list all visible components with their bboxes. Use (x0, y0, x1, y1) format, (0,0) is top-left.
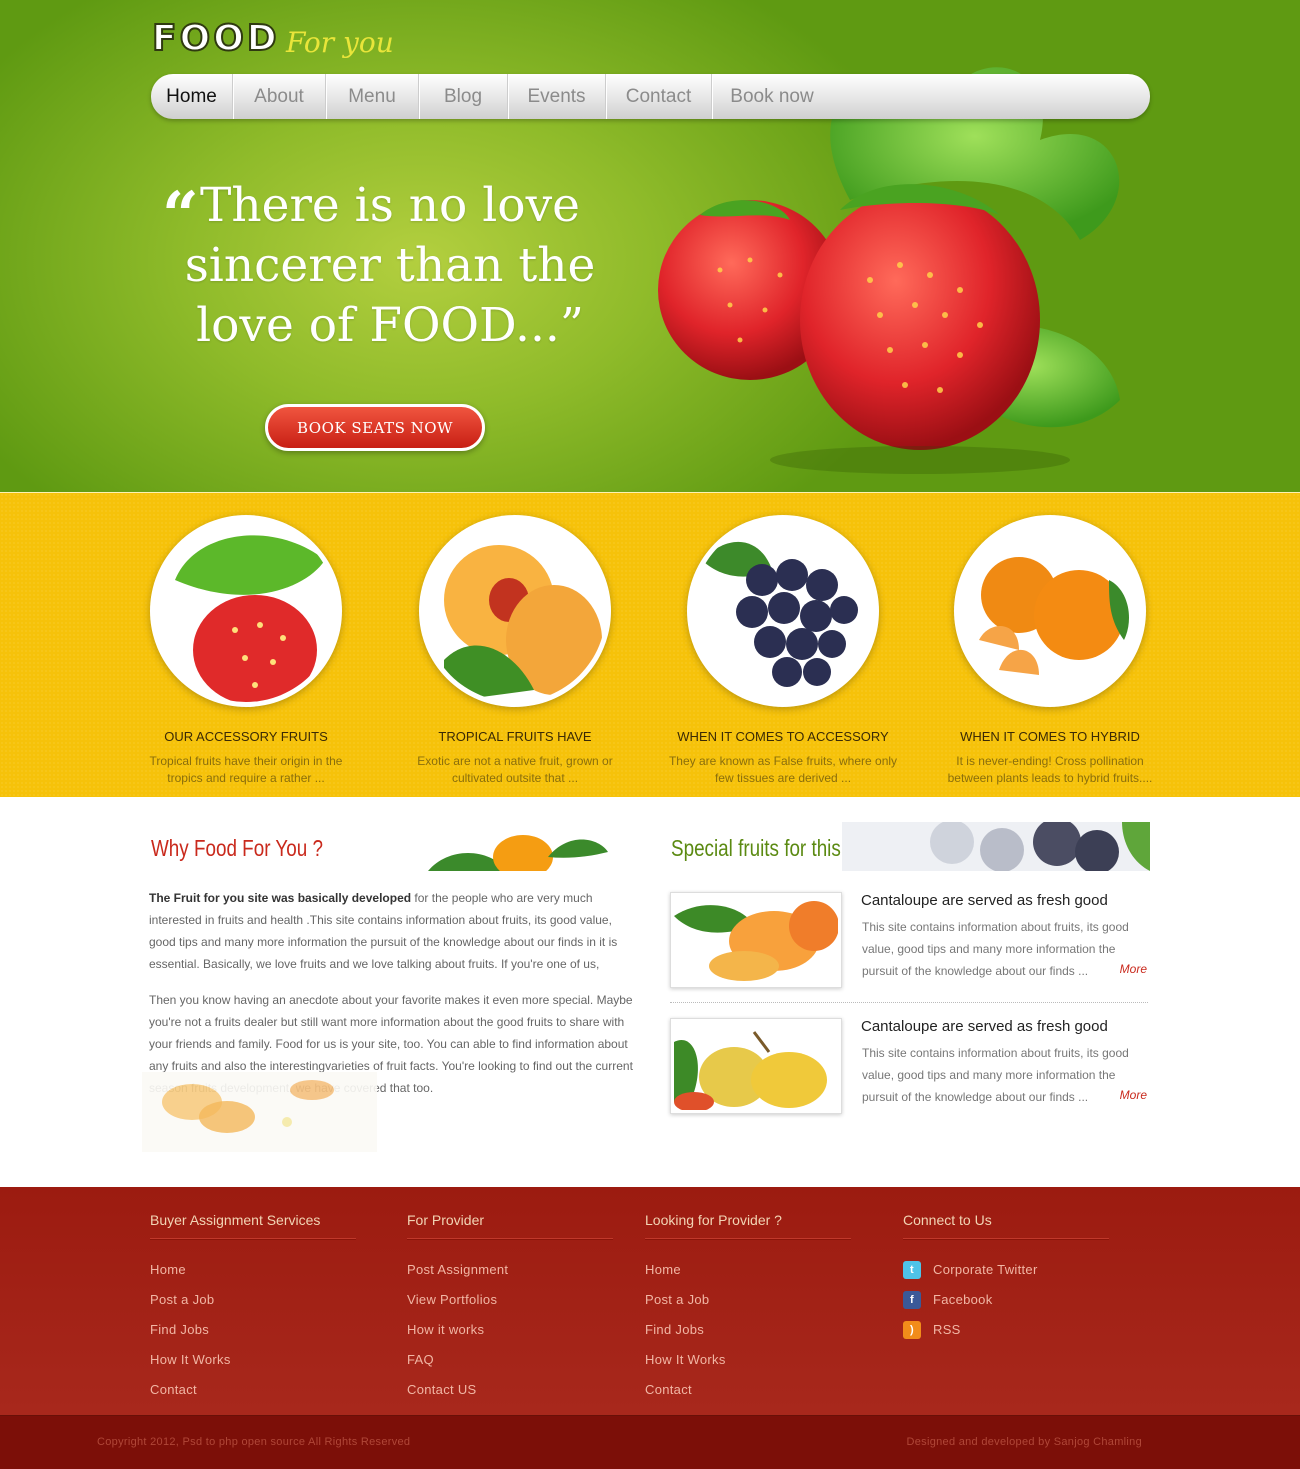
footer-heading: For Provider (407, 1212, 613, 1239)
footer-link-twitter[interactable]: t Corporate Twitter (903, 1255, 1109, 1285)
feature-text: They are known as False fruits, where on… (668, 754, 898, 785)
grapes-image[interactable] (687, 515, 879, 707)
special-item: Cantaloupe are served as fresh good This… (670, 1018, 1150, 1116)
rss-icon: ) (903, 1321, 921, 1339)
copyright-text: Copyright 2012, Psd to php open source A… (97, 1436, 411, 1448)
designer-credit[interactable]: Designed and developed by Sanjog Chamlin… (906, 1436, 1142, 1448)
strawberry-image[interactable] (150, 515, 342, 707)
footer-link-find-jobs[interactable]: Find Jobs (150, 1315, 356, 1345)
footer-link-post-assignment[interactable]: Post Assignment (407, 1255, 613, 1285)
feature-card[interactable]: WHEN IT COMES TO HYBRID It is never-endi… (935, 515, 1165, 787)
grapes-heading-image (842, 822, 1150, 871)
footer-link-contact[interactable]: Contact (645, 1375, 851, 1405)
footer-link-facebook[interactable]: f Facebook (903, 1285, 1109, 1315)
footer-link-home[interactable]: Home (150, 1255, 356, 1285)
feature-text: Exotic are not a native fruit, grown or … (417, 754, 613, 785)
footer-heading: Connect to Us (903, 1212, 1109, 1239)
footer-column-provider: For Provider Post Assignment View Portfo… (407, 1212, 613, 1405)
divider (670, 1002, 1148, 1003)
feature-text: It is never-ending! Cross pollination be… (947, 754, 1153, 785)
hero-quote: There is no love sincerer than the love … (184, 178, 596, 353)
feature-card[interactable]: TROPICAL FRUITS HAVE Exotic are not a na… (400, 515, 630, 787)
why-heading: Why Food For You ? (151, 835, 323, 861)
pears-image (674, 1022, 838, 1110)
hero-banner: FOOD For you Home About Menu Blog Events… (0, 0, 1300, 492)
footer-link-label: Facebook (933, 1292, 993, 1307)
footer-link-contact[interactable]: Contact (150, 1375, 356, 1405)
footer-link-home[interactable]: Home (645, 1255, 851, 1285)
footer-link-contact-us[interactable]: Contact US (407, 1375, 613, 1405)
footer-link-faq[interactable]: FAQ (407, 1345, 613, 1375)
peach-slices-image (674, 896, 838, 984)
more-link[interactable]: More (1120, 1088, 1147, 1102)
feature-title: OUR ACCESSORY FRUITS (164, 729, 328, 744)
nav-events[interactable]: Events (508, 74, 606, 119)
feature-text: Tropical fruits have their origin in the… (149, 754, 343, 785)
feature-title: WHEN IT COMES TO ACCESSORY (677, 729, 889, 744)
footer-link-label: Corporate Twitter (933, 1262, 1038, 1277)
bottom-bar: Copyright 2012, Psd to php open source A… (0, 1415, 1300, 1469)
footer-link-view-portfolios[interactable]: View Portfolios (407, 1285, 613, 1315)
nav-menu[interactable]: Menu (326, 74, 419, 119)
feature-card[interactable]: OUR ACCESSORY FRUITS Tropical fruits hav… (131, 515, 361, 787)
orange-heading-image (428, 835, 608, 871)
nav-contact[interactable]: Contact (606, 74, 712, 119)
special-item: Cantaloupe are served as fresh good This… (670, 892, 1150, 990)
twitter-icon: t (903, 1261, 921, 1279)
why-lead-bold: The Fruit for you site was basically dev… (149, 891, 412, 905)
logo-tagline: For you (286, 26, 394, 59)
footer-link-how-it-works[interactable]: How it works (407, 1315, 613, 1345)
special-text: This site contains information about fru… (862, 1046, 1129, 1104)
more-link[interactable]: More (1120, 962, 1147, 976)
nav-blog[interactable]: Blog (419, 74, 508, 119)
footer-column-connect: Connect to Us t Corporate Twitter f Facebo… (903, 1212, 1109, 1345)
special-thumb[interactable] (670, 892, 842, 988)
footer-heading: Looking for Provider ? (645, 1212, 851, 1239)
footer-link-how-it-works[interactable]: How It Works (150, 1345, 356, 1375)
special-text: This site contains information about fru… (862, 920, 1129, 978)
footer-link-label: RSS (933, 1322, 961, 1337)
footer-link-post-job[interactable]: Post a Job (150, 1285, 356, 1315)
nav-book-now[interactable]: Book now (712, 74, 832, 119)
main-nav: Home About Menu Blog Events Contact Book… (151, 74, 1150, 119)
footer-column-buyer: Buyer Assignment Services Home Post a Jo… (150, 1212, 356, 1405)
special-thumb[interactable] (670, 1018, 842, 1114)
facebook-icon: f (903, 1291, 921, 1309)
footer-link-find-jobs[interactable]: Find Jobs (645, 1315, 851, 1345)
footer-heading: Buyer Assignment Services (150, 1212, 356, 1239)
nav-about[interactable]: About (233, 74, 326, 119)
oranges-image[interactable] (954, 515, 1146, 707)
peach-image[interactable] (419, 515, 611, 707)
feature-card[interactable]: WHEN IT COMES TO ACCESSORY They are know… (668, 515, 898, 787)
main-content: Why Food For You ? The Fruit for you sit… (0, 797, 1300, 1187)
feature-title: TROPICAL FRUITS HAVE (438, 729, 592, 744)
footer: Buyer Assignment Services Home Post a Jo… (0, 1187, 1300, 1415)
special-title[interactable]: Cantaloupe are served as fresh good (861, 892, 1108, 909)
footer-link-post-job[interactable]: Post a Job (645, 1285, 851, 1315)
feature-title: WHEN IT COMES TO HYBRID (960, 729, 1140, 744)
footer-link-rss[interactable]: ) RSS (903, 1315, 1109, 1345)
footer-column-looking: Looking for Provider ? Home Post a Job F… (645, 1212, 851, 1405)
footer-link-how-it-works[interactable]: How It Works (645, 1345, 851, 1375)
nav-home[interactable]: Home (151, 74, 233, 119)
tangerine-slices-image (142, 1072, 377, 1152)
features-band: OUR ACCESSORY FRUITS Tropical fruits hav… (0, 492, 1300, 797)
special-title[interactable]: Cantaloupe are served as fresh good (861, 1018, 1108, 1035)
logo-wordmark: FOOD (151, 17, 280, 60)
book-seats-button[interactable]: BOOK SEATS NOW (265, 404, 485, 451)
